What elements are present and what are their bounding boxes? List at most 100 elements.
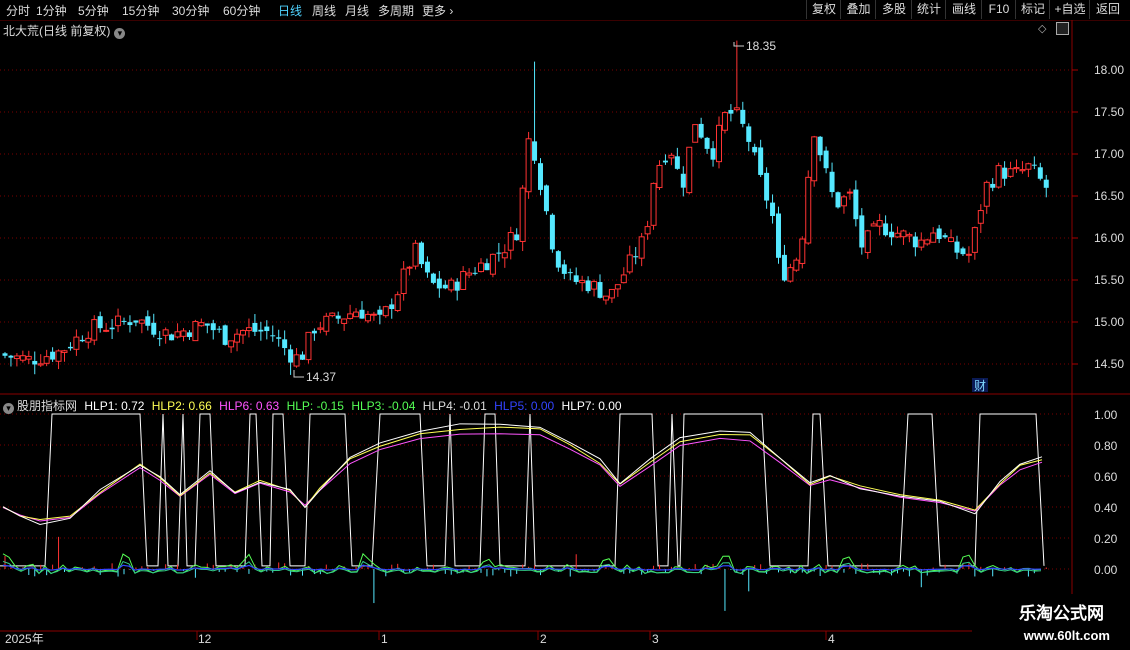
candle-body-down xyxy=(835,192,841,208)
candle-body-up xyxy=(91,319,98,341)
candle-body-down xyxy=(300,354,305,360)
candle-body-up xyxy=(924,239,931,245)
candle-body-down xyxy=(252,322,258,332)
candle-body-down xyxy=(311,330,317,334)
candle-body-up xyxy=(234,333,241,343)
low-price-label: 14.37 xyxy=(306,370,336,384)
candle-body-up xyxy=(948,237,955,242)
candle-body-down xyxy=(389,304,395,310)
candle-body-down xyxy=(484,263,490,271)
chevron-down-icon[interactable]: ▾ xyxy=(3,403,14,414)
candle-body-up xyxy=(894,232,901,238)
candle-body-up xyxy=(19,355,26,361)
candle-body-up xyxy=(347,313,354,319)
candle-body-down xyxy=(145,316,151,326)
candle-body-down xyxy=(710,148,716,160)
candle-body-up xyxy=(228,340,235,348)
candle-body-down xyxy=(680,173,686,188)
candle-body-down xyxy=(990,183,996,188)
candle-body-down xyxy=(883,223,889,236)
candle-body-up xyxy=(733,107,740,111)
candle-body-up xyxy=(1025,163,1032,170)
candle-body-down xyxy=(942,235,948,238)
candle-body-up xyxy=(1013,167,1020,170)
candle-body-down xyxy=(704,137,710,149)
candle-body-down xyxy=(853,189,859,220)
candle-body-down xyxy=(282,339,288,349)
candle-body-down xyxy=(454,281,460,291)
hlp6-value: HLP6: 0.63 xyxy=(219,399,280,413)
hlp2-line xyxy=(2,426,1043,520)
candle-body-up xyxy=(918,239,925,248)
candle-body-up xyxy=(608,288,615,299)
candle-body-down xyxy=(817,136,823,156)
candle-body-down xyxy=(633,256,639,258)
candle-body-up xyxy=(323,315,330,332)
candle-body-down xyxy=(746,126,752,142)
candle-body-up xyxy=(602,295,609,301)
candle-body-down xyxy=(662,160,668,163)
candle-body-down xyxy=(186,332,192,337)
candle-body-up xyxy=(977,210,984,224)
high-price-label: 18.35 xyxy=(746,39,776,53)
candle-body-up xyxy=(793,259,800,271)
candle-body-up xyxy=(43,356,50,364)
candle-body-up xyxy=(317,327,324,330)
candle-body-down xyxy=(555,251,561,268)
indicator-axis-label: 0.60 xyxy=(1094,470,1118,484)
candle-body-down xyxy=(561,264,567,274)
candle-body-up xyxy=(192,321,199,342)
candle-body-up xyxy=(382,306,389,317)
candle-body-down xyxy=(698,123,704,138)
indicator-axis-label: 0.40 xyxy=(1094,501,1118,515)
candle-body-up xyxy=(174,331,181,338)
candle-body-up xyxy=(721,112,728,131)
candle-body-up xyxy=(37,363,44,366)
indicator-lines xyxy=(0,413,1047,611)
candle-body-down xyxy=(335,315,341,319)
candle-body-up xyxy=(656,164,663,189)
hlp7-line xyxy=(0,413,1045,567)
candle-body-up xyxy=(364,313,371,322)
candle-body-up xyxy=(626,254,633,273)
candle-body-up xyxy=(906,234,913,237)
candle-body-up xyxy=(507,232,514,251)
candle-body-up xyxy=(412,242,419,267)
watermark-title: 乐淘公式网 xyxy=(1019,604,1104,623)
candle-body-up xyxy=(1007,168,1014,177)
candle-body-up xyxy=(930,232,937,243)
candle-body-up xyxy=(799,238,806,264)
candle-body-down xyxy=(2,353,8,356)
candle-body-down xyxy=(538,163,543,190)
indicator-title-row: ▾ 股朋指标网 HLP1: 0.72 HLP2: 0.66 HLP6: 0.63 … xyxy=(3,397,622,414)
candle-body-up xyxy=(840,196,847,207)
price-label: 18.00 xyxy=(1094,63,1124,77)
candle-body-down xyxy=(532,141,538,161)
indicator-axis-label: 0.00 xyxy=(1094,563,1118,577)
candle-body-up xyxy=(460,271,467,290)
candle-body-up xyxy=(620,274,627,284)
candle-body-down xyxy=(740,109,746,124)
kline-chart[interactable]: 18.00 17.50 17.00 16.50 16.00 15.50 15.0… xyxy=(0,0,1130,650)
candle-body-down xyxy=(1043,179,1049,188)
candle-body-up xyxy=(293,354,300,367)
candle-body-up xyxy=(805,176,812,244)
candle-body-down xyxy=(936,228,942,239)
candle-body-down xyxy=(109,327,115,330)
time-label: 12 xyxy=(198,632,212,646)
candle-body-down xyxy=(216,328,222,330)
candle-body-up xyxy=(448,279,455,291)
candle-body-up xyxy=(692,124,699,143)
candle-body-down xyxy=(543,185,549,212)
indicator-name: 股朋指标网 xyxy=(17,399,78,413)
candle-body-down xyxy=(67,346,73,349)
candle-body-up xyxy=(1019,169,1026,172)
finance-marker[interactable]: 财 xyxy=(974,379,986,393)
time-label: 4 xyxy=(828,632,835,646)
candle-body-up xyxy=(180,330,187,337)
candle-body-up xyxy=(650,182,657,226)
candle-body-up xyxy=(519,187,526,242)
candle-body-down xyxy=(97,316,103,329)
price-label: 15.50 xyxy=(1094,273,1124,287)
price-grid xyxy=(0,69,1078,570)
